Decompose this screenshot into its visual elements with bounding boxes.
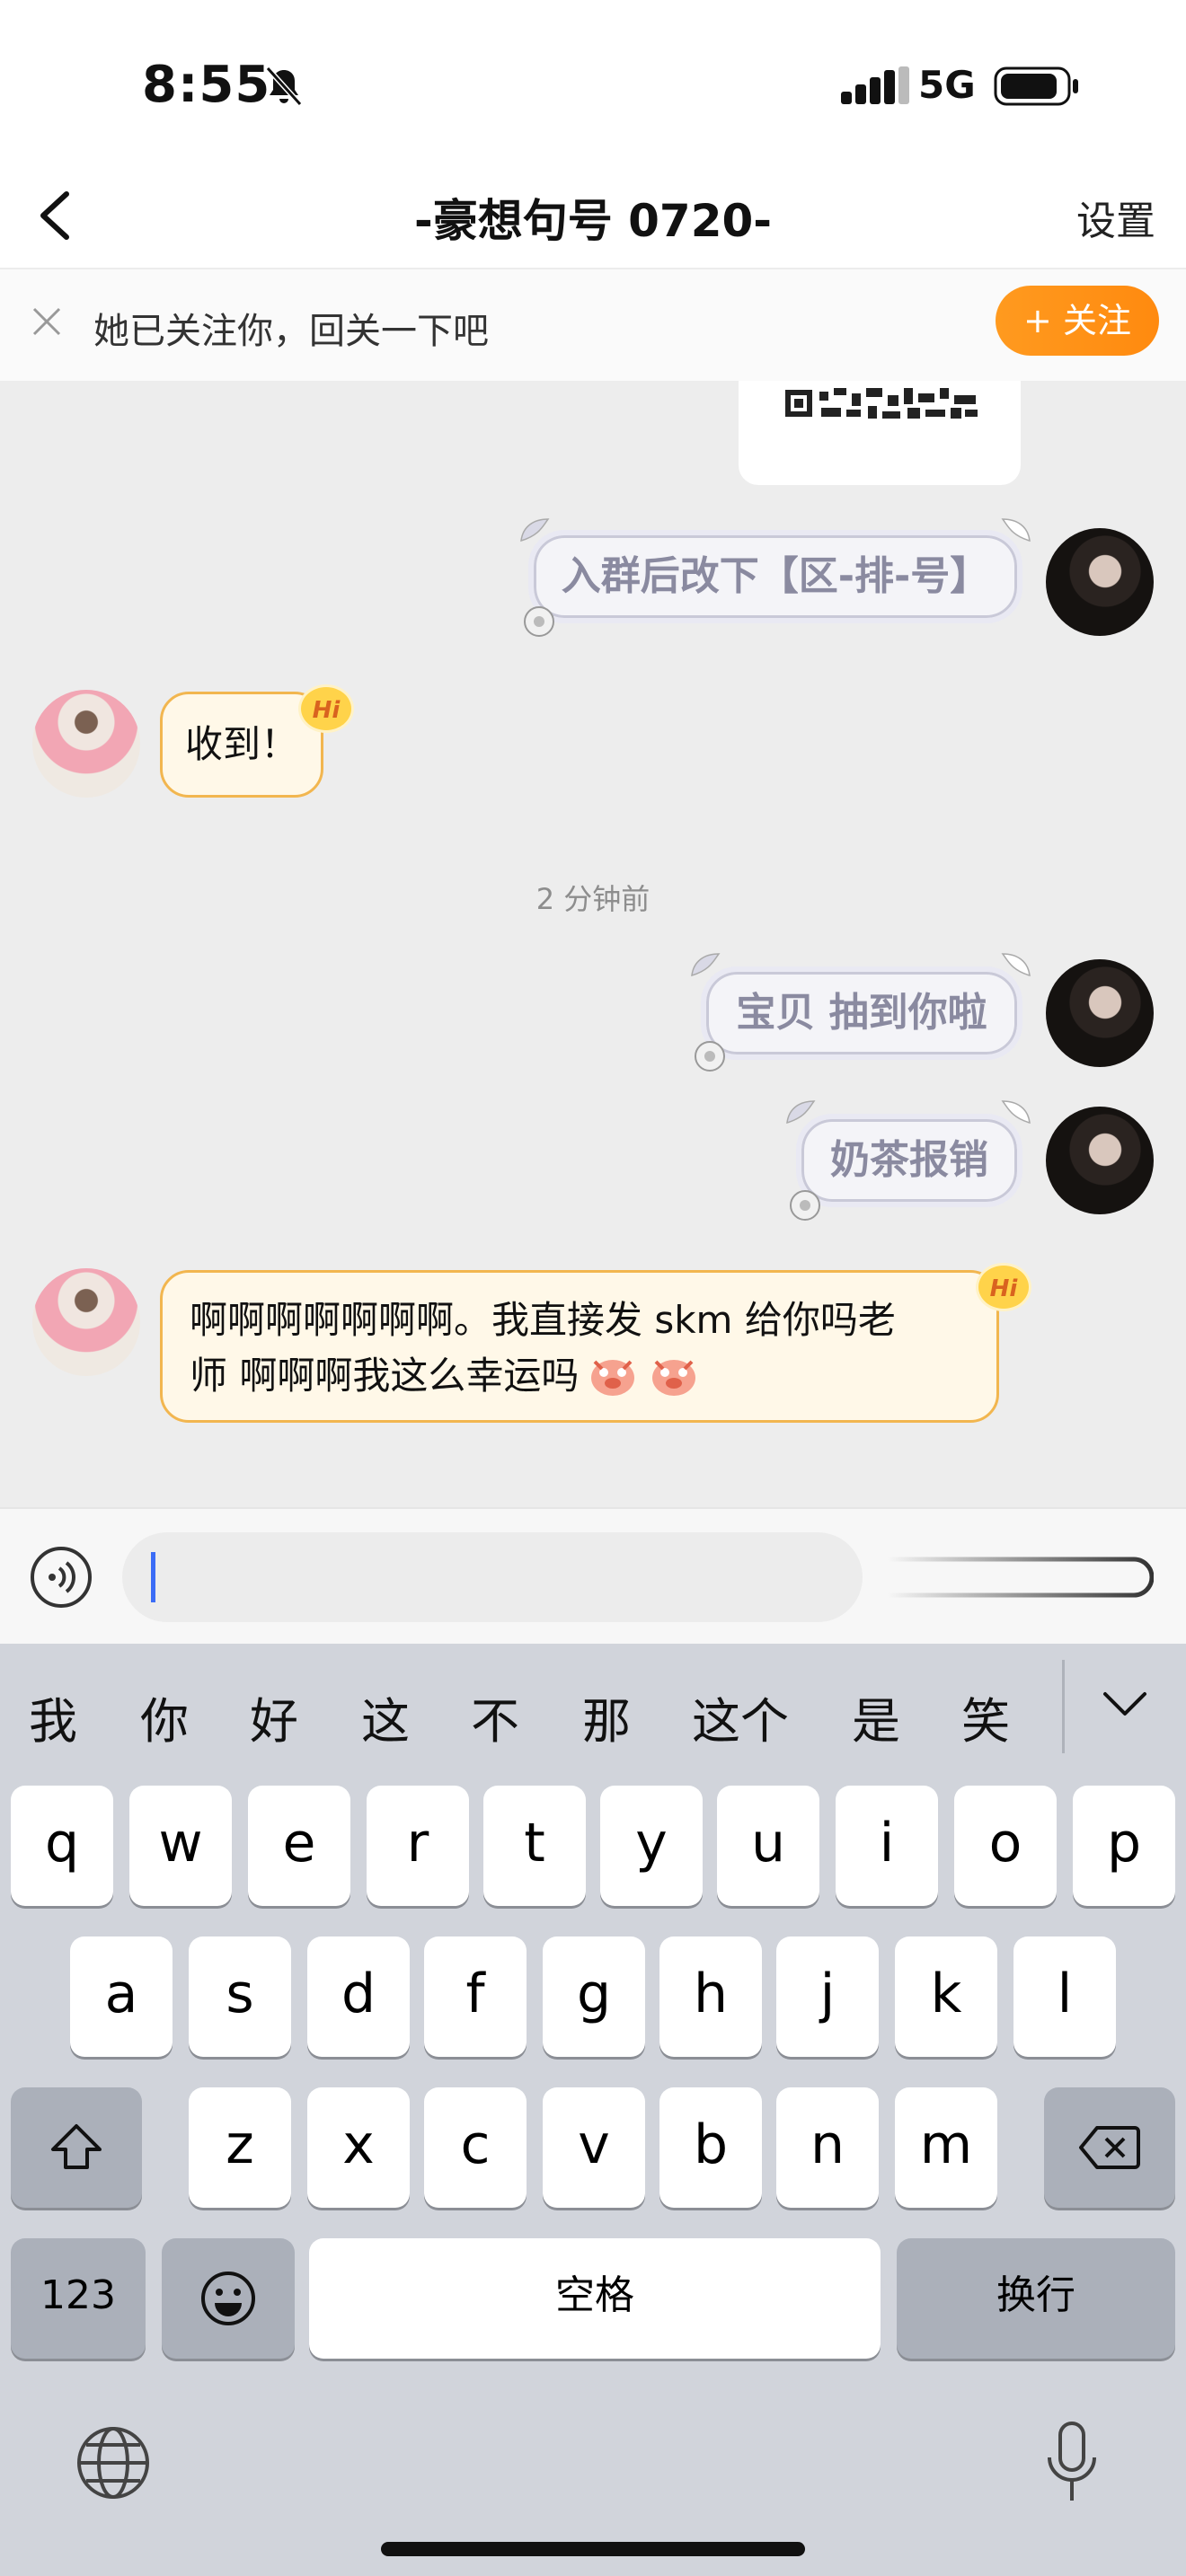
key-a[interactable]: a [70,1936,173,2057]
status-bar: 8:55 5G [0,0,1186,162]
hi-badge: Hi [976,1263,1031,1311]
pig-emoji-icon [652,1360,696,1396]
chat-title: -豪想句号 0720- [413,195,773,247]
message-text: 宝贝 抽到你啦 [736,990,987,1036]
chat-area[interactable]: 入群后改下【区-排-号】 收到！ Hi 2 分钟前 宝贝 抽到你啦 奶茶报销 啊… [0,269,1186,1507]
candidate-word[interactable]: 这个 [692,1681,789,1752]
message-bubble[interactable]: 宝贝 抽到你啦 [701,966,1022,1060]
wing-decoration-icon [691,953,721,977]
candidate-word[interactable]: 这 [361,1681,410,1752]
candidate-word[interactable]: 好 [250,1681,298,1752]
key-l[interactable]: l [1013,1936,1116,2057]
key-d[interactable]: d [307,1936,410,2057]
numbers-key[interactable]: 123 [11,2238,146,2359]
avatar[interactable] [1046,1107,1154,1214]
text-caret [151,1552,155,1602]
flower-decoration-icon [790,1190,820,1221]
key-s[interactable]: s [189,1936,291,2057]
status-time: 8:55 [142,56,271,114]
voice-icon[interactable] [29,1545,93,1610]
emoji-icon [201,2272,255,2326]
key-w[interactable]: w [129,1786,232,1906]
message-text: 收到！ [184,722,298,766]
key-b[interactable]: b [659,2087,762,2208]
follow-button[interactable]: + 关注 [996,286,1159,356]
wing-decoration-icon [1001,518,1031,543]
signal-icon [841,66,909,104]
wing-decoration-icon [786,1100,816,1125]
avatar[interactable] [1046,528,1154,636]
pig-emoji-icon [591,1360,635,1396]
wing-decoration-icon [1001,1100,1031,1125]
message-bubble[interactable]: 入群后改下【区-排-号】 [528,530,1022,623]
message-input[interactable] [122,1532,863,1622]
network-type: 5G [918,63,976,107]
message-text: 入群后改下【区-排-号】 [561,553,990,599]
key-h[interactable]: h [659,1936,762,2057]
home-indicator [381,2542,805,2556]
follow-prompt-text: 她已关注你，回关一下吧 [93,311,489,352]
chevron-down-icon[interactable] [1098,1687,1152,1723]
key-z[interactable]: z [189,2087,291,2208]
candidate-word[interactable]: 那 [582,1681,631,1752]
key-n[interactable]: n [776,2087,879,2208]
battery-icon [994,66,1078,106]
key-j[interactable]: j [776,1936,879,2057]
candidate-word[interactable]: 不 [471,1681,519,1752]
candidate-word[interactable]: 是 [852,1681,900,1752]
candidate-word[interactable]: 我 [29,1681,77,1752]
key-y[interactable]: y [600,1786,703,1906]
avatar[interactable] [32,1268,140,1376]
flower-decoration-icon [524,606,554,637]
wing-decoration-icon [1001,953,1031,977]
key-x[interactable]: x [307,2087,410,2208]
message-text-line: 啊啊啊啊啊啊啊。我直接发 skm 给你吗老 [190,1298,896,1342]
keyboard: 我 你 好 这 不 那 这个 是 笑 q w e r t y u i o p a… [0,1644,1186,2576]
shift-icon [51,2124,102,2170]
key-o[interactable]: o [954,1786,1057,1906]
key-c[interactable]: c [424,2087,527,2208]
key-f[interactable]: f [424,1936,527,2057]
key-m[interactable]: m [895,2087,997,2208]
key-r[interactable]: r [367,1786,469,1906]
backspace-key[interactable] [1044,2087,1175,2208]
message-bubble[interactable]: 奶茶报销 [796,1114,1022,1207]
settings-button[interactable]: 设置 [1076,189,1155,246]
key-i[interactable]: i [836,1786,938,1906]
microphone-icon[interactable] [1042,2420,1102,2506]
avatar[interactable] [32,690,140,798]
candidate-word[interactable]: 你 [140,1681,189,1752]
more-tools-icon[interactable] [884,1556,1154,1599]
backspace-icon [1079,2126,1140,2170]
close-icon[interactable] [27,302,66,341]
emoji-key[interactable] [162,2238,295,2359]
message-text: 奶茶报销 [830,1137,988,1183]
key-q[interactable]: q [11,1786,113,1906]
bell-off-icon [265,66,303,107]
key-e[interactable]: e [248,1786,350,1906]
candidate-word[interactable]: 笑 [961,1681,1010,1752]
nav-bar: -豪想句号 0720- 设置 [0,162,1186,269]
timestamp: 2 分钟前 [535,882,651,916]
shift-key[interactable] [11,2087,142,2208]
key-t[interactable]: t [483,1786,586,1906]
space-key[interactable]: 空格 [309,2238,881,2359]
candidate-bar: 我 你 好 这 不 那 这个 是 笑 [0,1644,1186,1786]
return-key[interactable]: 换行 [897,2238,1175,2359]
candidate-divider [1062,1660,1065,1753]
globe-icon[interactable] [74,2423,153,2502]
key-u[interactable]: u [717,1786,819,1906]
key-p[interactable]: p [1073,1786,1175,1906]
flower-decoration-icon [695,1041,725,1072]
key-g[interactable]: g [543,1936,645,2057]
key-k[interactable]: k [895,1936,997,2057]
avatar[interactable] [1046,959,1154,1067]
key-v[interactable]: v [543,2087,645,2208]
hi-badge: Hi [298,684,354,733]
wing-decoration-icon [520,518,550,543]
message-text-line: 师 啊啊啊我这么幸运吗 [190,1354,580,1398]
input-bar [0,1507,1186,1644]
message-bubble[interactable]: 啊啊啊啊啊啊啊。我直接发 skm 给你吗老 师 啊啊啊我这么幸运吗 [160,1270,999,1423]
